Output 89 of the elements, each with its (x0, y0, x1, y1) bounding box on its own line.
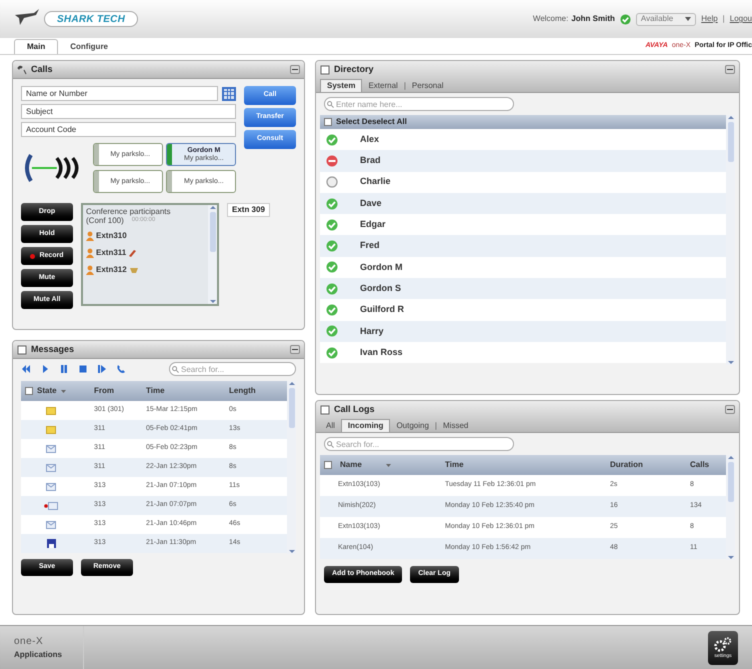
tab[interactable]: Configure (58, 39, 120, 54)
search-field[interactable]: Search for... (324, 437, 514, 451)
scrollbar[interactable] (208, 205, 217, 304)
participant-name: Extn310 (96, 230, 127, 242)
applications-label[interactable]: Applications (14, 649, 83, 661)
panel-title: Directory (334, 62, 374, 76)
tab[interactable]: Missed (437, 419, 474, 432)
search-icon (327, 441, 334, 448)
link[interactable]: Help (701, 13, 718, 25)
column-header[interactable]: Name (340, 459, 362, 471)
input-field[interactable]: Name or Number (21, 86, 218, 101)
contact-name[interactable]: Gordon M (360, 260, 402, 274)
checkbox[interactable] (25, 387, 33, 395)
pause-icon[interactable] (59, 364, 69, 374)
keypad-button[interactable] (222, 86, 236, 100)
logo-text: SHARK TECH (44, 11, 138, 27)
user-name: John Smith (571, 13, 615, 25)
minimize-button[interactable] (290, 345, 300, 354)
contact-name[interactable]: Ivan Ross (360, 346, 403, 360)
tab[interactable]: External (362, 79, 404, 92)
participant-name: Extn311 (96, 246, 126, 258)
conference-id: (Conf 100) (86, 216, 124, 225)
person-icon (86, 248, 94, 258)
settings-icon (714, 636, 732, 652)
sort-icon (60, 390, 66, 392)
link[interactable]: Logou (730, 13, 752, 25)
tab[interactable]: Main (14, 39, 58, 54)
search-field[interactable]: Enter name here... (324, 97, 514, 111)
contact-name[interactable]: Charlie (360, 175, 391, 189)
select-all-label[interactable]: Select Deselect All (336, 116, 407, 128)
contact-name[interactable]: Guilford R (360, 303, 404, 317)
contact-name[interactable]: Gordon S (360, 282, 401, 296)
column-header[interactable]: Time (146, 385, 229, 397)
separator: | (434, 420, 437, 432)
status-dropdown[interactable]: Available (636, 12, 696, 26)
panel-icon (17, 344, 27, 354)
contact-name[interactable]: Harry (360, 324, 384, 338)
minimize-button[interactable] (725, 405, 735, 414)
column-header[interactable]: State (37, 385, 57, 397)
contact-name[interactable]: Fred (360, 239, 380, 253)
search-icon (172, 366, 179, 373)
search-icon (327, 101, 334, 108)
column-header[interactable]: Duration (610, 459, 690, 471)
panel-icon (320, 64, 330, 74)
column-header[interactable]: Length (229, 385, 287, 397)
skip-icon[interactable] (97, 364, 107, 374)
caret-icon (685, 17, 692, 21)
sort-icon (386, 464, 391, 466)
conference-title: Conference participants (86, 207, 172, 216)
tab[interactable]: System (320, 79, 362, 92)
phone-icon[interactable] (116, 364, 126, 374)
product-logo: one-X (14, 635, 44, 649)
tab[interactable]: Incoming (340, 419, 390, 432)
scrollbar[interactable] (726, 115, 735, 365)
scrollbar[interactable] (726, 455, 735, 560)
panel-title: Call Logs (334, 402, 375, 416)
person-icon (86, 264, 94, 274)
separator: | (404, 80, 406, 92)
separator: | (722, 13, 725, 25)
tab[interactable]: Outgoing (390, 419, 435, 432)
checkbox[interactable] (324, 118, 332, 126)
play-icon[interactable] (40, 364, 50, 374)
panel-title: Messages (31, 342, 74, 356)
minimize-button[interactable] (725, 65, 735, 74)
column-header[interactable]: Time (445, 459, 610, 471)
checkbox[interactable] (324, 461, 332, 469)
panel-title: Calls (31, 62, 53, 76)
welcome-label: Welcome: (532, 13, 568, 25)
search-field[interactable]: Search for... (169, 362, 296, 376)
rewind-icon[interactable] (21, 364, 31, 374)
minimize-button[interactable] (290, 65, 300, 74)
check-icon (620, 14, 631, 24)
column-header[interactable]: Calls (690, 459, 726, 471)
stop-icon[interactable] (78, 364, 88, 374)
input-field[interactable]: Account Code (21, 122, 236, 137)
tab[interactable]: All (320, 419, 341, 432)
record-icon (30, 254, 36, 258)
extension-label: Extn 309 (227, 203, 270, 217)
scrollbar[interactable] (287, 381, 296, 554)
panel-icon (320, 404, 330, 414)
tab[interactable]: Personal (406, 79, 450, 92)
person-icon (86, 230, 94, 240)
column-header[interactable]: From (94, 385, 146, 397)
contact-name[interactable]: Dave (360, 196, 382, 210)
input-field[interactable]: Subject (21, 104, 236, 119)
contact-name[interactable]: Alex (360, 132, 380, 146)
participant-name: Extn312 (96, 264, 127, 276)
contact-name[interactable]: Edgar (360, 218, 386, 232)
contact-name[interactable]: Brad (360, 154, 381, 168)
